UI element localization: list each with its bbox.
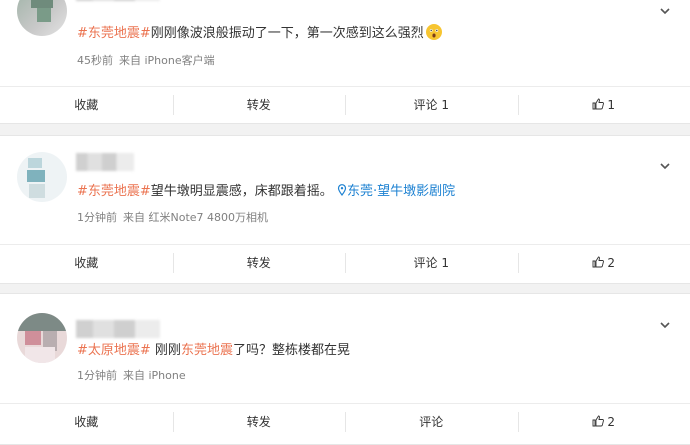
timestamp[interactable]: 45秒前: [77, 54, 113, 67]
favorite-button[interactable]: 收藏: [0, 412, 173, 432]
comment-button[interactable]: 评论 1: [345, 95, 518, 115]
username[interactable]: [76, 153, 134, 171]
favorite-button[interactable]: 收藏: [0, 253, 173, 273]
repost-button[interactable]: 转发: [173, 253, 346, 273]
post-meta: 45秒前来自 iPhone客户端: [77, 52, 221, 68]
post-card: #太原地震# 刚刚东莞地震了吗？整栋楼都在晃 1分钟前来自 iPhone 收藏 …: [0, 293, 690, 445]
thumbs-up-icon: [592, 256, 604, 268]
avatar-image: [17, 152, 67, 202]
avatar-image: [17, 0, 67, 36]
post-text: #东莞地震#刚刚像波浪般振动了一下，第一次感到这么强烈: [77, 24, 442, 43]
action-bar: 收藏 转发 评论 1 2: [0, 244, 690, 281]
timestamp[interactable]: 1分钟前: [77, 369, 117, 382]
post-card: #东莞地震#刚刚像波浪般振动了一下，第一次感到这么强烈 45秒前来自 iPhon…: [0, 0, 690, 124]
username[interactable]: [76, 320, 160, 338]
post-text: #东莞地震#望牛墩明显震感，床都跟着摇。 东莞·望牛墩影剧院: [77, 183, 455, 201]
favorite-button[interactable]: 收藏: [0, 95, 173, 115]
location-link[interactable]: 东莞·望牛墩影剧院: [337, 184, 455, 199]
thumbs-up-icon: [592, 415, 604, 427]
post-card: #东莞地震#望牛墩明显震感，床都跟着摇。 东莞·望牛墩影剧院 1分钟前来自 红米…: [0, 135, 690, 284]
like-button[interactable]: 2: [518, 412, 690, 432]
comment-button[interactable]: 评论 1: [345, 253, 518, 273]
hashtag[interactable]: #太原地震#: [77, 343, 151, 358]
like-count: 2: [607, 256, 615, 270]
timestamp[interactable]: 1分钟前: [77, 211, 117, 224]
like-button[interactable]: 1: [518, 95, 690, 115]
post-text: #太原地震# 刚刚东莞地震了吗？整栋楼都在晃: [77, 342, 350, 360]
like-count: 1: [607, 98, 615, 112]
hashtag[interactable]: #东莞地震#: [77, 26, 151, 41]
post-meta: 1分钟前来自 iPhone: [77, 367, 192, 383]
action-bar: 收藏 转发 评论 2: [0, 403, 690, 440]
hashtag[interactable]: #东莞地震#: [77, 184, 151, 199]
source: 来自 iPhone客户端: [119, 54, 215, 67]
chevron-down-icon[interactable]: [660, 320, 670, 330]
chevron-down-icon[interactable]: [660, 161, 670, 171]
post-meta: 1分钟前来自 红米Note7 4800万相机: [77, 209, 274, 225]
username[interactable]: [76, 0, 160, 1]
like-count: 2: [607, 415, 615, 429]
avatar[interactable]: [17, 313, 67, 363]
astonished-emoji-icon: [426, 24, 442, 40]
source: 来自 iPhone: [123, 369, 186, 382]
repost-button[interactable]: 转发: [173, 412, 346, 432]
avatar-image: [17, 313, 67, 363]
chevron-down-icon[interactable]: [660, 6, 670, 16]
repost-button[interactable]: 转发: [173, 95, 346, 115]
like-button[interactable]: 2: [518, 253, 690, 273]
source: 来自 红米Note7 4800万相机: [123, 211, 268, 224]
hashtag[interactable]: 东莞地震: [181, 343, 233, 358]
avatar[interactable]: [17, 0, 67, 36]
location-pin-icon: [337, 184, 347, 196]
thumbs-up-icon: [592, 98, 604, 110]
action-bar: 收藏 转发 评论 1 1: [0, 86, 690, 123]
comment-button[interactable]: 评论: [345, 412, 518, 432]
avatar[interactable]: [17, 152, 67, 202]
